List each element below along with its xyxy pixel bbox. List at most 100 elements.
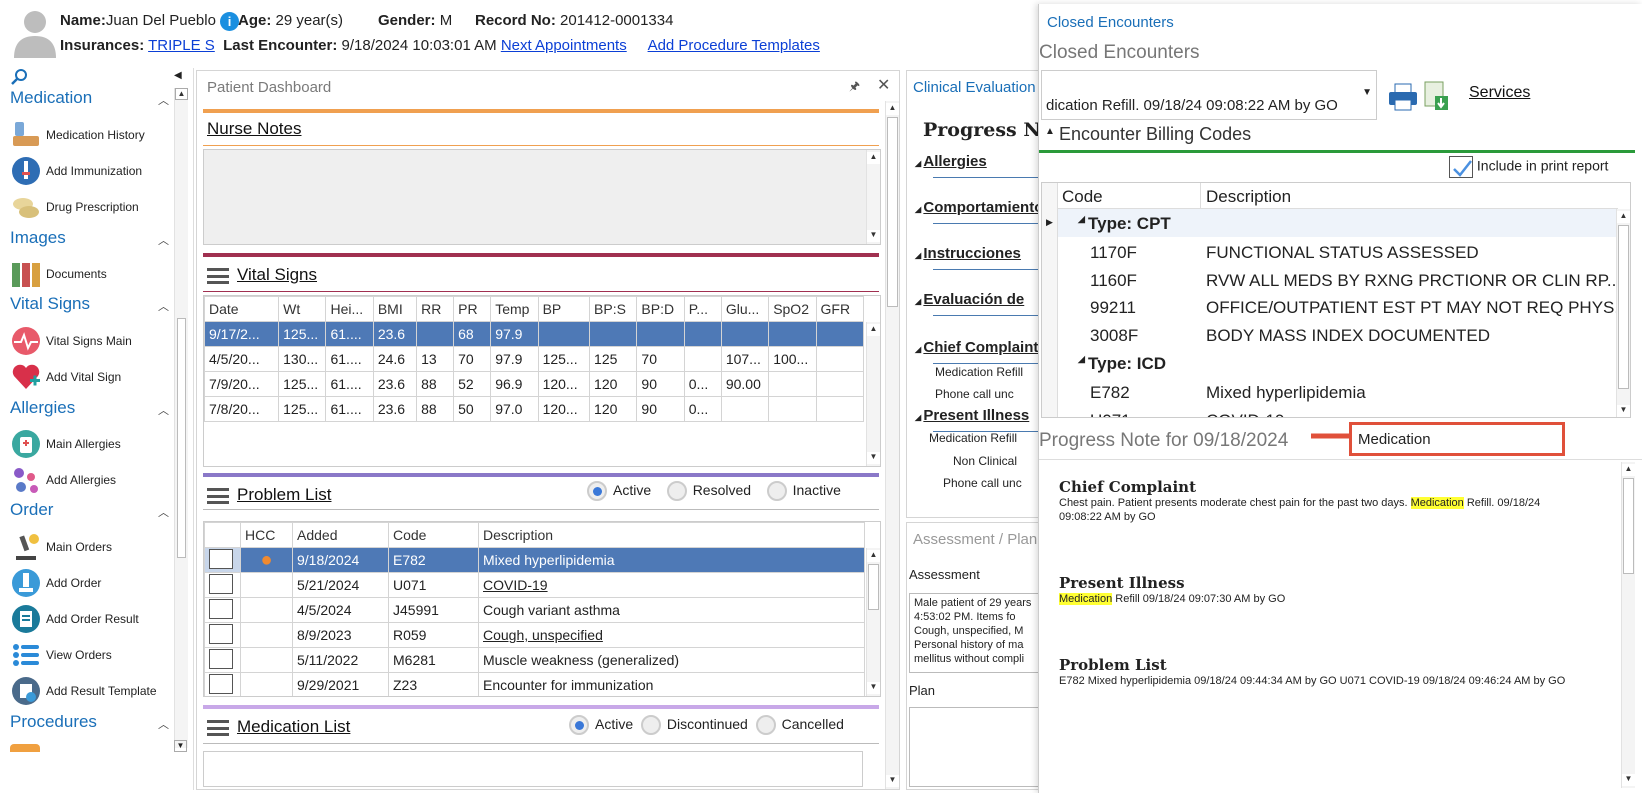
section-order[interactable]: Order ︿: [10, 500, 169, 520]
sidebar-item-main-orders[interactable]: Main Orders: [10, 530, 112, 564]
checkbox[interactable]: [209, 573, 233, 594]
checkbox[interactable]: [209, 598, 233, 619]
menu-icon[interactable]: [207, 719, 229, 736]
vital-column-header[interactable]: Temp: [490, 296, 539, 322]
row-checkbox[interactable]: [204, 672, 241, 696]
billing-code-row[interactable]: 1160F RVW ALL MEDS BY RXNG PRCTIONR OR CL…: [1058, 267, 1621, 294]
problem-row[interactable]: 5/21/2024 U071 COVID-19: [204, 572, 865, 598]
row-checkbox[interactable]: [204, 597, 241, 623]
dashboard-scrollbar[interactable]: ▲ ▼: [885, 101, 899, 789]
menu-icon[interactable]: [207, 267, 229, 284]
vital-row[interactable]: 7/8/20... 125... 61.... 23.6 88 50 97.0 120... 1…: [204, 396, 865, 422]
active-radio[interactable]: Active: [587, 481, 651, 501]
problem-column-header[interactable]: Added: [292, 522, 389, 548]
close-icon[interactable]: ✕: [877, 75, 890, 95]
sidebar-item-medication-history[interactable]: Medication History: [10, 118, 145, 152]
problem-row[interactable]: 8/9/2023 R059 Cough, unspecified: [204, 622, 865, 648]
vital-column-header[interactable]: PR: [453, 296, 492, 322]
checkbox[interactable]: [209, 548, 233, 569]
printer-icon[interactable]: [1387, 82, 1419, 112]
section-procedures[interactable]: Procedures ︿: [10, 712, 169, 732]
row-checkbox[interactable]: [204, 547, 241, 573]
vital-column-header[interactable]: BP:S: [589, 296, 638, 322]
clinical-tree-item[interactable]: ◢ Allergies: [915, 153, 987, 170]
encounter-dropdown[interactable]: dication Refill. 09/18/24 09:08:22 AM by…: [1041, 70, 1377, 120]
sidebar-item-add-order[interactable]: Add Order: [10, 566, 101, 600]
sidebar-search-icon[interactable]: [10, 68, 30, 86]
vital-signs-scrollbar[interactable]: ▲ ▼: [866, 322, 880, 466]
billing-code-row[interactable]: 3008F BODY MASS INDEX DOCUMENTED: [1058, 322, 1618, 349]
chevron-up-icon[interactable]: ︿: [158, 716, 169, 732]
nurse-notes-box[interactable]: ▲ ▼: [203, 149, 881, 245]
clinical-tree-item[interactable]: ◢ Present Illness: [915, 407, 1029, 424]
scroll-thumb[interactable]: [177, 318, 186, 558]
problem-list-scrollbar[interactable]: ▲ ▼: [866, 548, 880, 696]
row-checkbox[interactable]: [204, 647, 241, 673]
sidebar-item-documents[interactable]: Documents: [10, 257, 107, 291]
sidebar-item-add-result-template[interactable]: Add Result Template: [10, 674, 157, 708]
row-checkbox[interactable]: [204, 572, 241, 598]
problem-column-header[interactable]: HCC: [240, 522, 293, 548]
description-column-header[interactable]: Description: [1206, 187, 1291, 207]
problem-column-header[interactable]: [204, 522, 241, 548]
row-expand-icon[interactable]: ▶: [1046, 217, 1053, 228]
sidebar-collapse-icon[interactable]: ◀: [174, 70, 182, 81]
services-link[interactable]: Services: [1469, 84, 1530, 102]
sidebar-item-main-allergies[interactable]: Main Allergies: [10, 427, 121, 461]
present-illness-subitem[interactable]: Phone call unc: [943, 476, 1022, 490]
nurse-notes-scrollbar[interactable]: ▲ ▼: [866, 150, 880, 244]
vital-column-header[interactable]: Hei...: [325, 296, 374, 322]
present-illness-subitem[interactable]: Non Clinical: [953, 454, 1017, 468]
add-procedure-templates-link[interactable]: Add Procedure Templates: [648, 37, 820, 54]
export-document-icon[interactable]: [1423, 80, 1449, 112]
vital-column-header[interactable]: RR: [416, 296, 455, 322]
section-images[interactable]: Images ︿: [10, 228, 169, 248]
problem-row[interactable]: 9/29/2021 Z23 Encounter for immunization: [204, 672, 865, 696]
pin-icon[interactable]: 🖈: [849, 77, 860, 98]
billing-grid-scrollbar[interactable]: ▲ ▼: [1616, 209, 1630, 417]
clinical-tree-item[interactable]: ◢ Evaluación de: [915, 291, 1024, 308]
problem-column-header[interactable]: Code: [388, 522, 479, 548]
sidebar-item-vital-signs-main[interactable]: Vital Signs Main: [10, 324, 132, 358]
menu-icon[interactable]: [207, 487, 229, 504]
problem-row[interactable]: 4/5/2024 J45991 Cough variant asthma: [204, 597, 865, 623]
med-cancelled-radio[interactable]: Cancelled: [755, 715, 844, 735]
cpt-group-row[interactable]: ◢ Type: CPT: [1058, 209, 1618, 237]
sidebar-item-drug-prescription[interactable]: Drug Prescription: [10, 190, 139, 224]
next-appointments-link[interactable]: Next Appointments: [501, 37, 627, 54]
problem-row[interactable]: 5/11/2022 M6281 Muscle weakness (generaliz…: [204, 647, 865, 673]
icd-group-row[interactable]: ◢ Type: ICD: [1058, 349, 1618, 377]
sidebar-item-add-order-result[interactable]: Add Order Result: [10, 602, 139, 636]
billing-code-row[interactable]: E782 Mixed hyperlipidemia: [1058, 379, 1618, 406]
vital-column-header[interactable]: BP: [537, 296, 591, 322]
resolved-radio[interactable]: Resolved: [666, 481, 751, 501]
section-medication[interactable]: Medication ︿: [10, 88, 169, 108]
include-print-checkbox[interactable]: Include in print report: [1449, 156, 1608, 178]
problem-row[interactable]: ● 9/18/2024 E782 Mixed hyperlipidemia: [204, 547, 865, 573]
chief-complaint-subitem[interactable]: Medication Refill: [935, 365, 1023, 379]
checkbox[interactable]: [209, 623, 233, 644]
chief-complaint-subitem[interactable]: Phone call unc: [935, 387, 1014, 401]
chevron-up-icon[interactable]: ︿: [158, 92, 169, 108]
sidebar-scrollbar[interactable]: ▲: [174, 88, 188, 748]
scroll-down-icon[interactable]: ▼: [174, 740, 187, 752]
sidebar-item-add-immunization[interactable]: Add Immunization: [10, 154, 142, 188]
sidebar-item-add-vital-sign[interactable]: Add Vital Sign: [10, 360, 121, 394]
note-search-input[interactable]: Medication: [1358, 431, 1431, 448]
section-allergies[interactable]: Allergies ︿: [10, 398, 169, 418]
clinical-tree-item[interactable]: ◢ Comportamiento: [915, 199, 1043, 216]
inactive-radio[interactable]: Inactive: [766, 481, 841, 501]
billing-code-row[interactable]: 1170F FUNCTIONAL STATUS ASSESSED: [1058, 239, 1618, 266]
vital-row[interactable]: 9/17/2... 125... 61.... 23.6 68 97.9: [204, 321, 865, 347]
assessment-textbox[interactable]: Male patient of 29 years 4:53:02 PM. Ite…: [909, 593, 1045, 673]
vital-row[interactable]: 7/9/20... 125... 61.... 23.6 88 52 96.9 120... 1…: [204, 371, 865, 397]
row-checkbox[interactable]: [204, 622, 241, 648]
checkbox[interactable]: [209, 673, 233, 694]
info-icon[interactable]: i: [220, 12, 240, 31]
vital-column-header[interactable]: BP:D: [636, 296, 685, 322]
present-illness-subitem[interactable]: Medication Refill: [929, 431, 1017, 445]
med-active-radio[interactable]: Active: [569, 715, 633, 735]
vital-column-header[interactable]: Glu...: [720, 296, 770, 322]
vital-column-header[interactable]: P...: [683, 296, 722, 322]
clinical-tree-item[interactable]: ◢ Instrucciones: [915, 245, 1021, 262]
